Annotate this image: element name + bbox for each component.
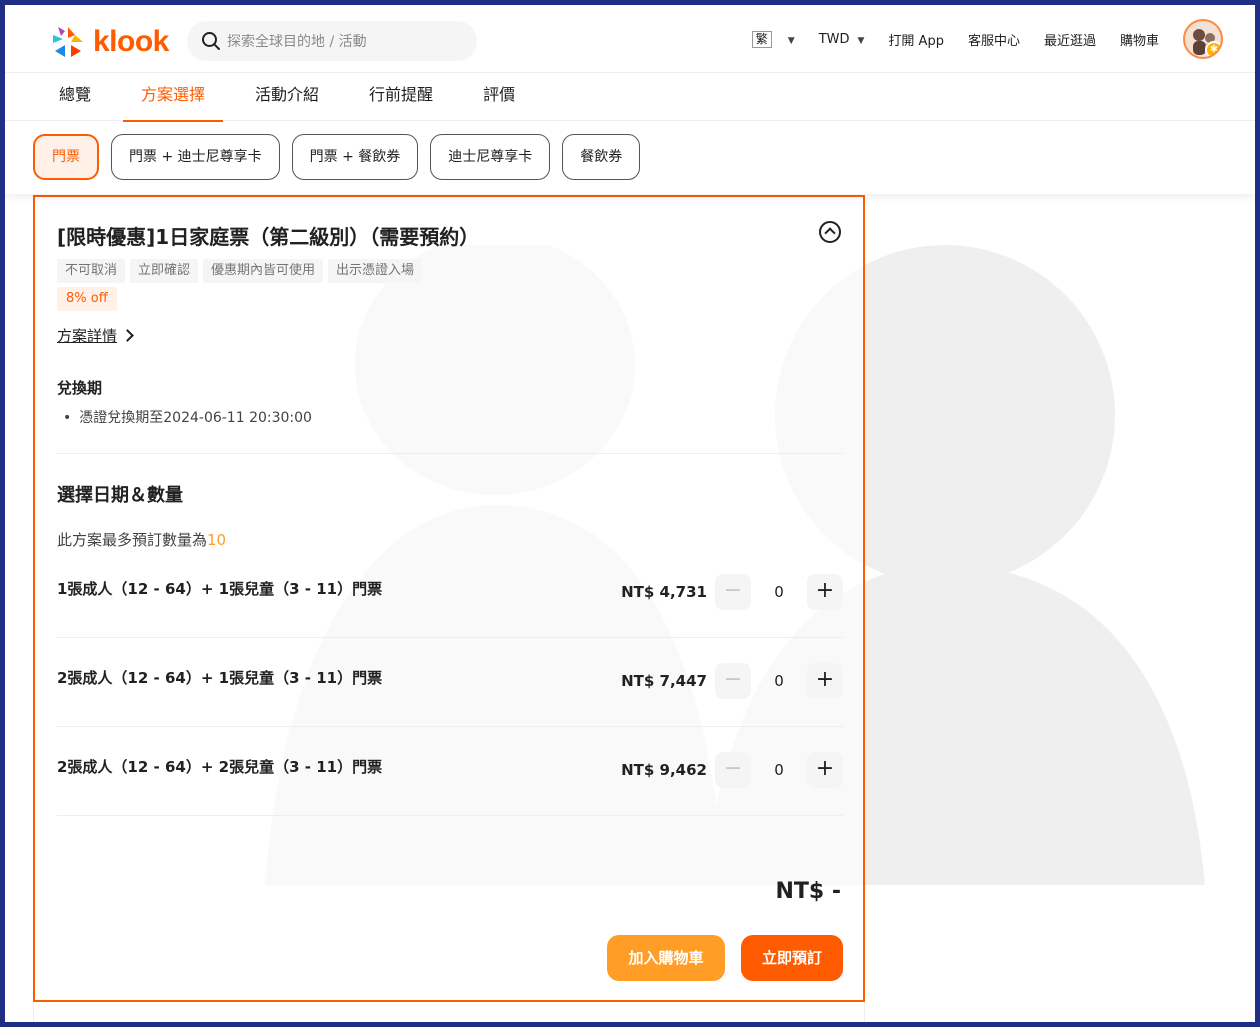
chip-meal-voucher[interactable]: 餐飲券 (562, 134, 641, 180)
max-quantity-note: 此方案最多預訂數量為10 (57, 529, 226, 550)
divider (57, 815, 843, 816)
chip-ticket-meal-voucher[interactable]: 門票 + 餐飲券 (291, 134, 419, 180)
unit-row: 2張成人（12 - 64）+ 2張兒童（3 - 11）門票 NT$ 9,462 … (57, 752, 843, 792)
recently-viewed-link[interactable]: 最近逛過 (1044, 30, 1096, 49)
chevron-down-icon: ▼ (857, 35, 865, 46)
divider (57, 637, 843, 638)
tag-instant-confirm: 立即確認 (130, 259, 199, 283)
unit-price: NT$ 7,447 (621, 672, 707, 690)
total-price: NT$ - (775, 879, 841, 904)
chevron-down-icon: ▼ (787, 35, 795, 46)
klook-logo-icon (53, 27, 83, 57)
currency-selector[interactable]: TWD ▼ (819, 32, 865, 47)
language-label: 繁 (751, 30, 772, 48)
search-icon (202, 32, 220, 50)
help-center-link[interactable]: 客服中心 (968, 30, 1020, 49)
divider (57, 726, 843, 727)
unit-price: NT$ 9,462 (621, 761, 707, 779)
quantity-value: 0 (774, 583, 784, 601)
collapse-icon[interactable] (819, 221, 841, 243)
avatar[interactable]: ✱ (1183, 19, 1223, 59)
quantity-decrement-button[interactable]: − (715, 574, 751, 610)
open-app-link[interactable]: 打開 App (888, 30, 944, 49)
package-tags: 不可取消 立即確認 優惠期內皆可使用 出示憑證入場 (57, 259, 423, 283)
next-card-edge (33, 1002, 865, 1022)
chevron-right-icon (121, 329, 134, 342)
redemption-heading: 兌換期 (57, 379, 103, 397)
tab-reminders[interactable]: 行前提醒 (351, 73, 451, 121)
package-type-chips: 門票 門票 + 迪士尼尊享卡 門票 + 餐飲券 迪士尼尊享卡 餐飲券 (33, 134, 641, 180)
top-header: klook 探索全球目的地 / 活動 繁 ▼ TWD ▼ 打開 App 客服中心 最… (5, 5, 1255, 73)
select-date-quantity-heading: 選擇日期＆數量 (57, 485, 183, 506)
membership-badge-icon: ✱ (1205, 41, 1221, 57)
divider (57, 453, 843, 454)
search-input[interactable]: 探索全球目的地 / 活動 (187, 21, 477, 61)
max-quantity-value: 10 (207, 531, 227, 549)
add-to-cart-button[interactable]: 加入購物車 (607, 935, 725, 981)
quantity-decrement-button[interactable]: − (715, 752, 751, 788)
cart-link[interactable]: 購物車 (1120, 30, 1159, 49)
tab-activity-info[interactable]: 活動介紹 (237, 73, 337, 121)
unit-name: 1張成人（12 - 64）+ 1張兒童（3 - 11）門票 (57, 580, 383, 598)
language-selector[interactable]: 繁 ▼ (751, 30, 795, 48)
chip-ticket-disney-card[interactable]: 門票 + 迪士尼尊享卡 (111, 134, 280, 180)
tab-packages[interactable]: 方案選擇 (123, 73, 224, 122)
tab-reviews[interactable]: 評價 (465, 73, 533, 121)
search-placeholder: 探索全球目的地 / 活動 (227, 34, 367, 50)
tag-non-cancellable: 不可取消 (57, 259, 126, 283)
section-tabs: 總覽 方案選擇 活動介紹 行前提醒 評價 (5, 73, 1255, 122)
header-nav: 繁 ▼ TWD ▼ 打開 App 客服中心 最近逛過 購物車 ✱ (751, 17, 1223, 61)
tab-overview[interactable]: 總覽 (41, 73, 109, 121)
quantity-value: 0 (774, 761, 784, 779)
quantity-increment-button[interactable]: + (807, 574, 843, 610)
quantity-increment-button[interactable]: + (807, 663, 843, 699)
max-quantity-text: 此方案最多預訂數量為 (57, 531, 208, 549)
unit-row: 1張成人（12 - 64）+ 1張兒童（3 - 11）門票 NT$ 4,731 … (57, 574, 843, 614)
discount-badge: 8% off (57, 287, 117, 311)
package-card: [限時優惠]1日家庭票（第二級別）（需要預約） 不可取消 立即確認 優惠期內皆可… (33, 195, 865, 1002)
redemption-period: 憑證兌換期至2024-06-11 20:30:00 (63, 407, 312, 427)
package-type-bar: 門票 門票 + 迪士尼尊享卡 門票 + 餐飲券 迪士尼尊享卡 餐飲券 (5, 122, 1255, 194)
unit-row: 2張成人（12 - 64）+ 1張兒童（3 - 11）門票 NT$ 7,447 … (57, 663, 843, 703)
unit-price: NT$ 4,731 (621, 583, 707, 601)
page-frame: klook 探索全球目的地 / 活動 繁 ▼ TWD ▼ 打開 App 客服中心 最… (5, 5, 1255, 1022)
package-details-label: 方案詳情 (57, 327, 118, 345)
klook-wordmark: klook (93, 25, 169, 58)
quantity-increment-button[interactable]: + (807, 752, 843, 788)
tag-show-voucher: 出示憑證入場 (328, 259, 423, 283)
book-now-button[interactable]: 立即預訂 (741, 935, 843, 981)
quantity-value: 0 (774, 672, 784, 690)
tag-valid-period: 優惠期內皆可使用 (203, 259, 324, 283)
quantity-decrement-button[interactable]: − (715, 663, 751, 699)
package-title: [限時優惠]1日家庭票（第二級別）（需要預約） (57, 225, 480, 249)
chip-disney-card[interactable]: 迪士尼尊享卡 (430, 134, 551, 180)
currency-label: TWD (818, 31, 850, 47)
chip-ticket[interactable]: 門票 (33, 134, 99, 180)
unit-name: 2張成人（12 - 64）+ 1張兒童（3 - 11）門票 (57, 669, 383, 687)
klook-logo[interactable]: klook (49, 23, 169, 61)
package-details-link[interactable]: 方案詳情 (57, 325, 134, 346)
unit-name: 2張成人（12 - 64）+ 2張兒童（3 - 11）門票 (57, 758, 383, 776)
